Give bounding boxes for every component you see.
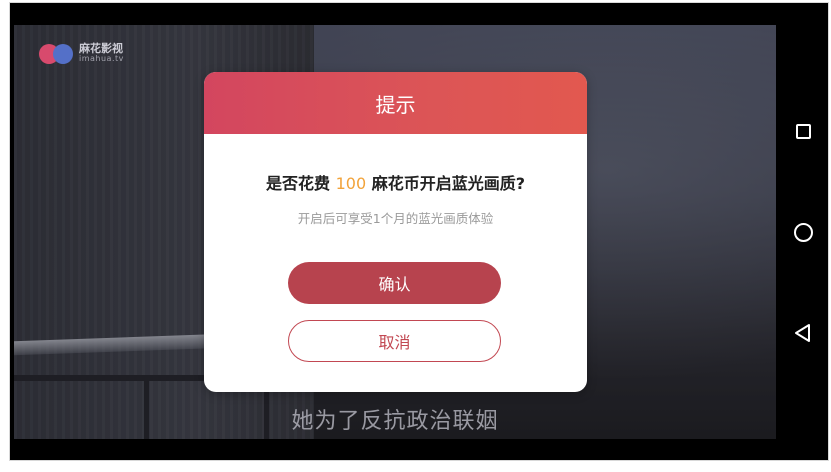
- watermark-logo: 麻花影视 imahua.tv: [39, 43, 124, 64]
- dialog-header: 提示: [204, 72, 587, 134]
- home-button[interactable]: [793, 222, 813, 242]
- question-prefix: 是否花费: [265, 174, 330, 193]
- dialog-question: 是否花费 100 麻花币开启蓝光画质?: [204, 170, 587, 194]
- logo-icon: [39, 43, 73, 64]
- dialog-title: 提示: [375, 92, 416, 117]
- bluray-prompt-dialog: 提示 是否花费 100 麻花币开启蓝光画质? 开启后可享受1个月的蓝光画质体验 …: [204, 72, 587, 392]
- question-suffix: 麻花币开启蓝光画质?: [371, 174, 525, 193]
- logo-brand: 麻花影视: [79, 42, 123, 55]
- recent-apps-icon: [795, 123, 811, 139]
- logo-domain: imahua.tv: [79, 54, 124, 63]
- android-nav-bar: [777, 25, 829, 439]
- confirm-button[interactable]: 确认: [288, 262, 501, 304]
- video-subtitle: 她为了反抗政治联姻: [291, 409, 499, 434]
- cancel-button[interactable]: 取消: [288, 320, 501, 362]
- dialog-note: 开启后可享受1个月的蓝光画质体验: [297, 211, 494, 226]
- home-icon: [793, 222, 813, 242]
- coin-amount: 100: [335, 174, 367, 193]
- back-icon: [795, 324, 810, 342]
- recent-apps-button[interactable]: [793, 121, 813, 141]
- back-button[interactable]: [793, 323, 813, 343]
